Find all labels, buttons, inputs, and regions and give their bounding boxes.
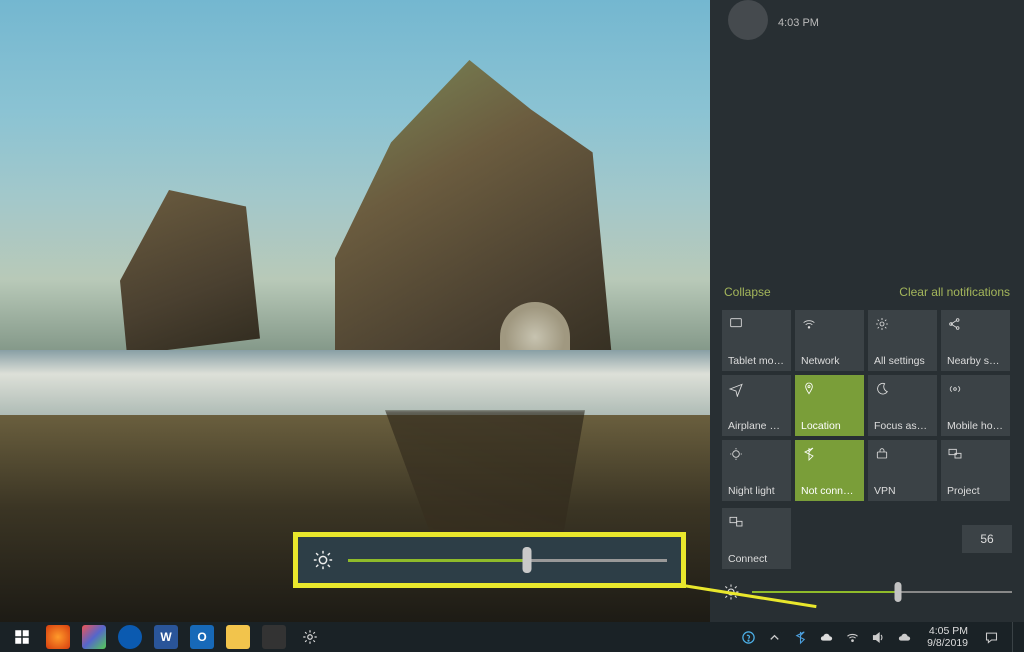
- start-button[interactable]: [4, 622, 40, 652]
- tray-syncing-icon[interactable]: [895, 628, 913, 646]
- location-icon: [801, 380, 858, 398]
- tile-location[interactable]: Location: [795, 375, 864, 436]
- tray-chevron-up-icon[interactable]: [765, 628, 783, 646]
- collapse-link[interactable]: Collapse: [724, 285, 771, 299]
- airplane-icon: [728, 380, 785, 398]
- tile-label: All settings: [874, 355, 931, 367]
- desktop-wallpaper[interactable]: [0, 0, 710, 622]
- tile-label: Night light: [728, 485, 785, 497]
- gear-icon: [874, 315, 931, 333]
- brightness-slider-fill: [752, 591, 898, 593]
- hotspot-icon: [947, 380, 1004, 398]
- bluetooth-icon: [801, 445, 858, 463]
- tile-label: Network: [801, 355, 858, 367]
- tile-connect[interactable]: Connect: [722, 508, 791, 569]
- taskbar-app-explorer[interactable]: [220, 622, 256, 652]
- taskbar-clock[interactable]: 4:05 PM 9/8/2019: [921, 625, 974, 649]
- connect-icon: [728, 513, 785, 531]
- tile-label: Connect: [728, 553, 785, 565]
- tile-vpn[interactable]: VPN: [868, 440, 937, 501]
- tile-airplane-mode[interactable]: Airplane mode: [722, 375, 791, 436]
- brightness-slider-fill: [348, 559, 527, 562]
- taskbar-date: 9/8/2019: [927, 637, 968, 649]
- brightness-slider-callout: [293, 532, 686, 588]
- tile-night-light[interactable]: Night light: [722, 440, 791, 501]
- brightness-slider-track-callout[interactable]: [348, 559, 667, 562]
- tile-mobile-hotspot[interactable]: Mobile hotspot: [941, 375, 1010, 436]
- tile-nearby-sharing[interactable]: Nearby sharing: [941, 310, 1010, 371]
- tile-label: Project: [947, 485, 1004, 497]
- share-icon: [947, 315, 1004, 333]
- show-desktop-button[interactable]: [1012, 622, 1018, 652]
- notification-avatar: [728, 0, 768, 40]
- tile-label: Location: [801, 420, 858, 432]
- quick-actions-grid: Tablet mode Network All settings Nearby …: [722, 310, 1012, 501]
- reflection: [0, 415, 710, 622]
- brightness-slider-thumb[interactable]: [894, 582, 901, 602]
- tile-tablet-mode[interactable]: Tablet mode: [722, 310, 791, 371]
- taskbar-app-paint[interactable]: [76, 622, 112, 652]
- taskbar-app-outlook[interactable]: O: [184, 622, 220, 652]
- taskbar-app-firefox[interactable]: [40, 622, 76, 652]
- tile-network[interactable]: Network: [795, 310, 864, 371]
- brightness-slider-thumb[interactable]: [522, 547, 531, 573]
- night-light-icon: [728, 445, 785, 463]
- tile-label: Nearby sharing: [947, 355, 1004, 367]
- brightness-value: 56: [962, 525, 1012, 553]
- taskbar-app-photos[interactable]: [112, 622, 148, 652]
- action-center: 4:03 PM Collapse Clear all notifications…: [710, 0, 1024, 622]
- tile-label: Tablet mode: [728, 355, 785, 367]
- tray-volume-icon[interactable]: [869, 628, 887, 646]
- tray-action-center-icon[interactable]: [982, 628, 1000, 646]
- tray-wifi-icon[interactable]: [843, 628, 861, 646]
- moon-icon: [874, 380, 931, 398]
- taskbar-time: 4:05 PM: [927, 625, 968, 637]
- tray-help-icon[interactable]: [739, 628, 757, 646]
- tile-label: Mobile hotspot: [947, 420, 1004, 432]
- wifi-icon: [801, 315, 858, 333]
- tray-bluetooth-icon[interactable]: [791, 628, 809, 646]
- tile-focus-assist[interactable]: Focus assist: [868, 375, 937, 436]
- taskbar-app-word[interactable]: W: [148, 622, 184, 652]
- tile-bluetooth[interactable]: Not connected: [795, 440, 864, 501]
- tray-onedrive-icon[interactable]: [817, 628, 835, 646]
- vpn-icon: [874, 445, 931, 463]
- tile-label: Airplane mode: [728, 420, 785, 432]
- brightness-slider[interactable]: [752, 591, 1012, 593]
- tile-label: VPN: [874, 485, 931, 497]
- tile-all-settings[interactable]: All settings: [868, 310, 937, 371]
- tablet-icon: [728, 315, 785, 333]
- taskbar-app-calculator[interactable]: [256, 622, 292, 652]
- tile-label: Not connected: [801, 485, 858, 497]
- taskbar-app-settings[interactable]: [292, 622, 328, 652]
- taskbar: W O 4:05 PM 9/8/2019: [0, 622, 1024, 652]
- clear-all-link[interactable]: Clear all notifications: [899, 285, 1010, 299]
- tile-label: Focus assist: [874, 420, 931, 432]
- brightness-icon: [312, 549, 334, 571]
- project-icon: [947, 445, 1004, 463]
- tile-project[interactable]: Project: [941, 440, 1010, 501]
